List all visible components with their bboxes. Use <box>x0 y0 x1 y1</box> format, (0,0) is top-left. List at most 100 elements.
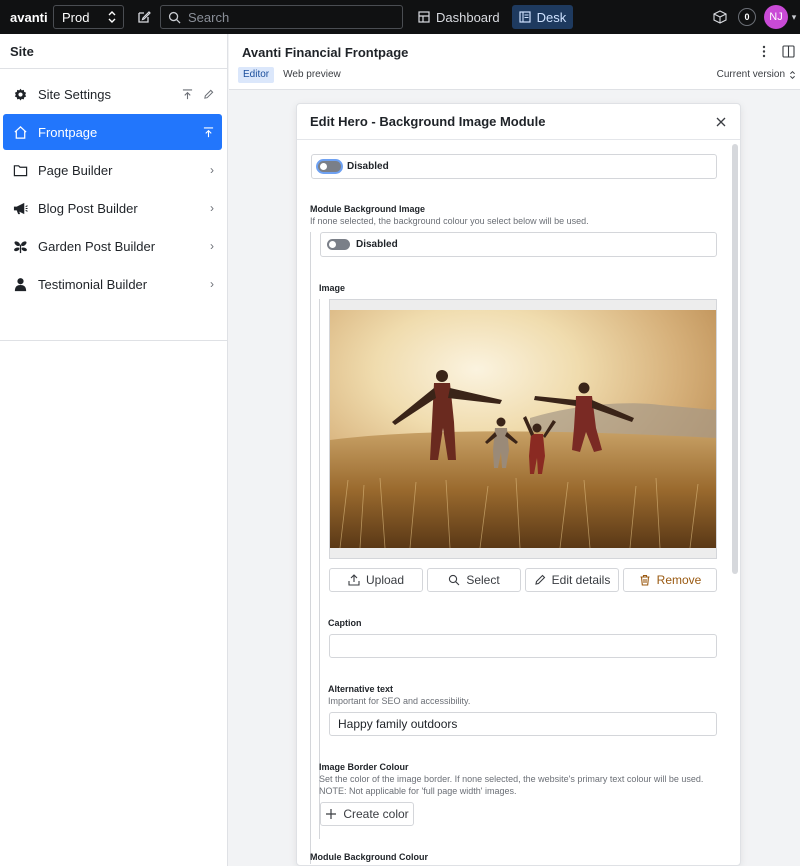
sidebar-item-label: Garden Post Builder <box>38 238 156 254</box>
alt-text-label: Alternative text <box>328 684 394 694</box>
brand-logo[interactable]: avanti <box>10 10 50 25</box>
close-button[interactable] <box>714 115 728 129</box>
image-preview-frame[interactable] <box>329 299 717 559</box>
alt-text-field[interactable]: Happy family outdoors <box>329 712 717 736</box>
sidebar-list: Site Settings Frontpage Page Builder › B… <box>0 69 227 341</box>
sidebar-item-label: Testimonial Builder <box>38 276 148 292</box>
image-label: Image <box>319 283 346 293</box>
search-input[interactable]: Search <box>160 5 403 29</box>
tab-editor[interactable]: Editor <box>238 67 275 83</box>
folder-icon <box>13 163 28 178</box>
sidebar-item-page-builder[interactable]: Page Builder › <box>3 152 222 188</box>
close-icon <box>716 117 726 127</box>
search-icon <box>168 11 181 24</box>
plant-icon <box>13 239 28 254</box>
trash-icon <box>640 574 650 586</box>
dialog-title: Edit Hero - Background Image Module <box>310 114 546 129</box>
dialog-scrollbar[interactable] <box>732 144 738 574</box>
dialog-header: Edit Hero - Background Image Module <box>297 104 740 140</box>
sidebar-item-label: Site Settings <box>38 86 111 102</box>
package-icon <box>713 10 727 24</box>
toggle-switch[interactable] <box>318 161 341 172</box>
module-bg-colour-label: Module Background Colour <box>310 852 428 862</box>
environment-value: Prod <box>62 9 90 25</box>
user-icon <box>13 277 28 292</box>
nesting-line <box>319 299 320 839</box>
dashboard-icon <box>418 11 430 23</box>
package-button[interactable] <box>708 5 732 29</box>
chevron-right-icon: › <box>210 201 214 215</box>
nav-dashboard[interactable]: Dashboard <box>411 5 507 29</box>
chevron-right-icon: › <box>210 239 214 253</box>
remove-label: Remove <box>656 573 702 587</box>
sidebar-item-label: Frontpage <box>38 124 98 140</box>
alt-text-description: Important for SEO and accessibility. <box>328 696 471 706</box>
home-icon <box>13 125 28 140</box>
module-bg-image-toggle[interactable]: Disabled <box>320 232 717 257</box>
document-header: Avanti Financial Frontpage Editor Web pr… <box>229 34 800 90</box>
select-label: Select <box>466 573 500 587</box>
chevron-right-icon: › <box>210 163 214 177</box>
plus-icon <box>326 809 337 819</box>
publish-icon[interactable] <box>203 126 214 138</box>
module-bg-image-label: Module Background Image <box>310 204 426 214</box>
caption-field[interactable] <box>329 634 717 658</box>
edit-details-label: Edit details <box>551 573 611 587</box>
chevron-updown-icon <box>790 70 795 79</box>
search-icon <box>449 574 460 586</box>
sidebar-item-frontpage[interactable]: Frontpage <box>3 114 222 150</box>
environment-select[interactable]: Prod <box>53 5 124 29</box>
sidebar-item-site-settings[interactable]: Site Settings <box>3 76 222 112</box>
upload-icon <box>348 574 360 586</box>
more-menu-button[interactable] <box>756 43 772 59</box>
toggle-label: Disabled <box>356 239 398 250</box>
version-label: Current version <box>716 69 785 80</box>
nav-desk[interactable]: Desk <box>511 5 574 29</box>
sidebar-item-testimonial-builder[interactable]: Testimonial Builder › <box>3 266 222 302</box>
sidebar-item-label: Blog Post Builder <box>38 200 138 216</box>
top-bar: avanti Prod Search Dashboard Desk 0 NJ ▾ <box>0 0 800 34</box>
chevron-down-icon[interactable]: ▾ <box>788 12 800 23</box>
upload-button[interactable]: Upload <box>329 568 423 592</box>
notifications-count[interactable]: 0 <box>738 8 756 26</box>
version-select[interactable]: Current version <box>717 69 796 80</box>
edit-icon <box>534 574 545 585</box>
split-pane-button[interactable] <box>780 43 796 59</box>
image-actions: Upload Select Edit details Remove <box>329 568 717 592</box>
edit-details-button[interactable]: Edit details <box>525 568 619 592</box>
avatar[interactable]: NJ <box>764 5 788 29</box>
publish-icon[interactable] <box>182 88 193 100</box>
create-color-button[interactable]: Create color <box>320 802 414 826</box>
sidebar: Site Site Settings Frontpage Page Builde… <box>0 34 228 866</box>
tab-web-preview[interactable]: Web preview <box>278 67 346 83</box>
hero-enabled-toggle[interactable]: Disabled <box>311 154 717 179</box>
border-colour-description: Set the color of the image border. If no… <box>319 774 704 796</box>
toggle-switch[interactable] <box>327 239 350 250</box>
edit-module-dialog: Edit Hero - Background Image Module Disa… <box>296 103 741 866</box>
select-button[interactable]: Select <box>427 568 521 592</box>
module-bg-image-description: If none selected, the background colour … <box>310 216 589 226</box>
compose-button[interactable] <box>132 5 156 29</box>
chevron-updown-icon <box>108 11 116 23</box>
nav-dashboard-label: Dashboard <box>436 9 500 25</box>
caption-label: Caption <box>328 618 362 628</box>
more-vertical-icon <box>762 45 766 57</box>
upload-label: Upload <box>365 573 405 587</box>
border-colour-label: Image Border Colour <box>319 762 409 772</box>
megaphone-icon <box>13 201 28 216</box>
edit-icon[interactable] <box>203 89 214 100</box>
split-pane-icon <box>781 44 795 58</box>
gear-icon <box>13 87 28 102</box>
sidebar-item-garden-post-builder[interactable]: Garden Post Builder › <box>3 228 222 264</box>
create-color-label: Create color <box>343 807 409 821</box>
search-placeholder: Search <box>188 9 230 25</box>
toggle-label: Disabled <box>347 161 389 172</box>
remove-button[interactable]: Remove <box>623 568 717 592</box>
document-title: Avanti Financial Frontpage <box>242 45 409 60</box>
hero-image <box>330 310 716 548</box>
nav-desk-label: Desk <box>536 9 567 25</box>
sidebar-item-blog-post-builder[interactable]: Blog Post Builder › <box>3 190 222 226</box>
sidebar-title: Site <box>0 34 227 69</box>
compose-icon <box>138 11 151 23</box>
chevron-right-icon: › <box>210 277 214 291</box>
